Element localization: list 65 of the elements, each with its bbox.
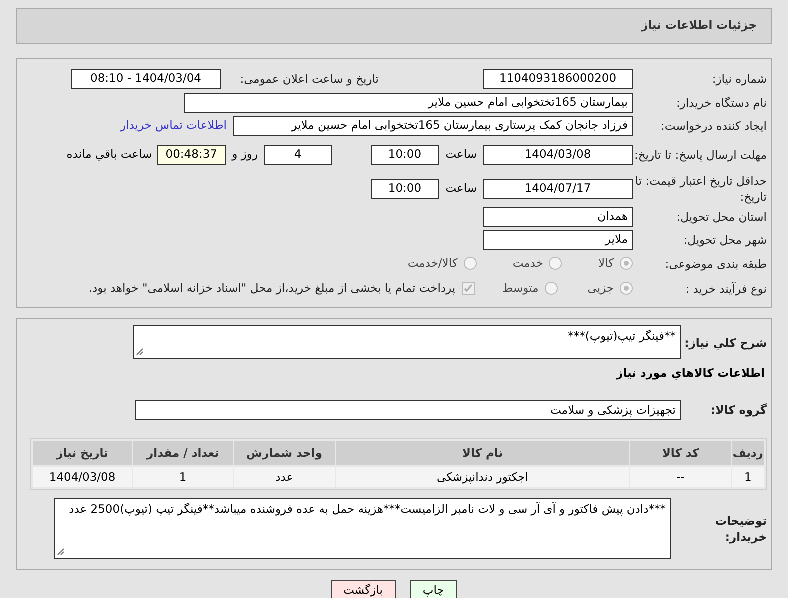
column-header: نام کالا bbox=[336, 441, 630, 466]
notes-text: ***دادن پیش فاکتور و آی آر سی و لات نامبر الزامیست***هزینه حمل به عده فروشنده میباشد**فینگر تیپ (تیوپ)2500 عدد bbox=[69, 502, 666, 516]
field-label: نوع فرآیند خرید : bbox=[684, 280, 767, 296]
table-cell: اجکتور دندانپزشکی bbox=[336, 467, 630, 488]
announce-date-field[interactable]: 1404/03/04 - 08:10 bbox=[71, 69, 221, 89]
table-cell: 1 bbox=[133, 467, 234, 488]
field-label: روز و bbox=[232, 146, 258, 164]
radio-label: کالا bbox=[598, 254, 614, 272]
radio-button[interactable] bbox=[620, 257, 633, 270]
province-field[interactable]: همدان bbox=[483, 206, 633, 226]
radio-button[interactable] bbox=[620, 282, 633, 295]
days-field[interactable]: 4 bbox=[264, 145, 332, 165]
field-label: ایجاد کننده درخواست: bbox=[660, 118, 767, 134]
summary-text: **فینگر تیپ(تیوپ)*** bbox=[568, 329, 676, 343]
buyer-contact-link[interactable]: اطلاعات تماس خریدار bbox=[120, 116, 227, 134]
field-label: شهر محل تحویل: bbox=[682, 232, 767, 248]
radio-label: جزیی bbox=[588, 280, 614, 297]
table-cell: 1404/03/08 bbox=[33, 467, 132, 488]
requester-field[interactable]: فرزاد جانجان کمک پرستاری بیمارستان 165تختخوابی امام حسین ملایر bbox=[233, 116, 633, 136]
resize-grip-icon[interactable] bbox=[136, 348, 144, 356]
deadline-time-field[interactable]: 10:00 bbox=[371, 145, 439, 165]
field-label: حداقل تاریخ اعتبار قیمت: تا تاریخ: bbox=[634, 173, 767, 205]
section-heading: اطلاعات كالاهاي مورد نياز bbox=[615, 365, 765, 382]
radio-label: خدمت bbox=[512, 254, 544, 272]
column-header: واحد شمارش bbox=[234, 441, 336, 466]
need-number-field[interactable]: 1104093186000200 bbox=[483, 69, 633, 89]
field-label: شرح كلي نياز: bbox=[684, 335, 767, 351]
table-cell: عدد bbox=[234, 467, 336, 488]
goods-group-field[interactable]: تجهیزات پزشکی و سلامت bbox=[135, 400, 681, 420]
countdown-field[interactable]: 00:48:37 bbox=[157, 145, 226, 165]
field-label: مهلت ارسال پاسخ: تا تاریخ: bbox=[633, 147, 767, 163]
summary-textarea[interactable]: **فینگر تیپ(تیوپ)*** bbox=[133, 325, 681, 359]
checkbox-label: پرداخت تمام یا بخشی از مبلغ خرید،از محل "اسناد خزانه اسلامی" خواهد بود. bbox=[88, 280, 456, 297]
field-label: ساعت bbox=[445, 180, 477, 198]
field-label: تاریخ و ساعت اعلان عمومی: bbox=[239, 71, 379, 87]
validity-date-field[interactable]: 1404/07/17 bbox=[483, 179, 633, 199]
radio-button[interactable] bbox=[544, 282, 558, 295]
page-title: جزئیات اطلاعات نیاز bbox=[641, 17, 757, 34]
resize-grip-icon[interactable] bbox=[57, 548, 65, 556]
field-label: استان محل تحویل: bbox=[676, 208, 767, 224]
buyer-name-field[interactable]: بیمارستان 165تختخوابی امام حسین ملایر bbox=[184, 92, 633, 112]
table-cell: -- bbox=[630, 467, 732, 488]
deadline-date-field[interactable]: 1404/03/08 bbox=[483, 145, 633, 165]
column-header: ردیف bbox=[732, 441, 764, 466]
column-header: کد کالا bbox=[630, 441, 732, 466]
radio-button[interactable] bbox=[464, 257, 477, 270]
field-label: نام دستگاه خریدار: bbox=[675, 94, 767, 110]
print-button[interactable]: چاپ bbox=[410, 580, 458, 598]
column-header: تاریخ نیاز bbox=[33, 441, 132, 466]
field-label: توضیحات خریدار: bbox=[714, 512, 767, 545]
table-cell: 1 bbox=[732, 467, 764, 488]
field-label: گروه کالا: bbox=[710, 402, 767, 418]
checkbox[interactable] bbox=[462, 282, 475, 295]
back-button[interactable]: بازگشت bbox=[330, 580, 396, 598]
validity-time-field[interactable]: 10:00 bbox=[371, 179, 439, 199]
field-label: طبقه بندی موضوعی: bbox=[664, 256, 767, 272]
radio-label: کالا/خدمت bbox=[408, 254, 458, 272]
column-header: تعداد / مقدار bbox=[133, 441, 234, 466]
city-field[interactable]: ملایر bbox=[483, 230, 633, 250]
field-label: شماره نیاز: bbox=[711, 71, 767, 87]
field-label: ساعت باقي مانده bbox=[66, 146, 152, 164]
field-label: ساعت bbox=[445, 146, 477, 164]
radio-button[interactable] bbox=[549, 257, 562, 270]
radio-label: متوسط bbox=[502, 280, 539, 297]
notes-textarea[interactable]: ***دادن پیش فاکتور و آی آر سی و لات نامبر الزامیست***هزینه حمل به عده فروشنده میباشد**فینگر تیپ (تیوپ)2500 عدد bbox=[54, 498, 671, 560]
